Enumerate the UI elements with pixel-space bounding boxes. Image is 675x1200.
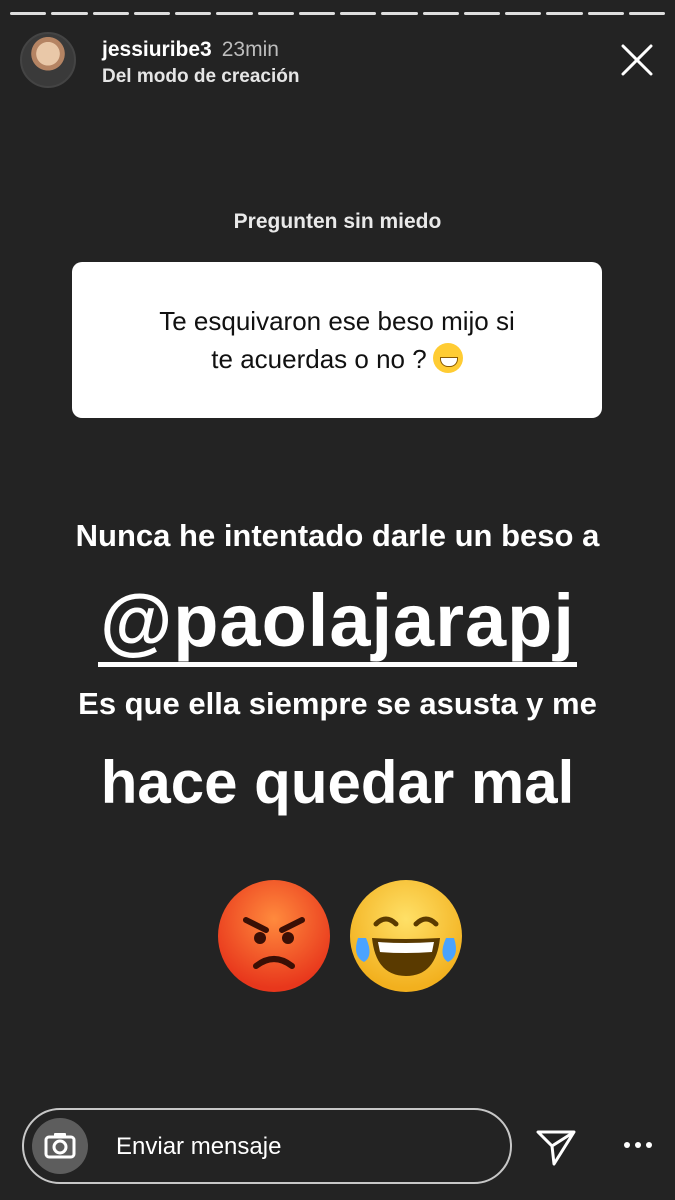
- progress-segment: [51, 12, 88, 15]
- message-input[interactable]: Enviar mensaje: [22, 1108, 512, 1184]
- username-text[interactable]: jessiuribe3: [102, 38, 212, 61]
- angry-face-emoji-icon: [218, 880, 330, 992]
- progress-segment: [505, 12, 542, 15]
- camera-icon[interactable]: [32, 1118, 88, 1174]
- story-subtitle: Del modo de creación: [102, 66, 300, 87]
- question-sticker-title: Pregunten sin miedo: [233, 210, 442, 233]
- question-sticker: Te esquivaron ese beso mijo si te acuerd…: [72, 262, 602, 418]
- mention-link[interactable]: @paolajarapj: [0, 578, 675, 667]
- message-placeholder[interactable]: Enviar mensaje: [116, 1133, 281, 1161]
- progress-segment: [628, 12, 665, 15]
- progress-segment: [340, 12, 377, 15]
- progress-segment: [92, 12, 129, 15]
- progress-segment: [463, 12, 500, 15]
- progress-segment: [257, 12, 294, 15]
- story-text-line-1: Nunca he intentado darle un beso a: [75, 518, 600, 553]
- more-icon[interactable]: [621, 1128, 655, 1162]
- story-text-line-2: Es que ella siempre se asusta y me: [78, 686, 597, 721]
- progress-segment: [175, 12, 212, 15]
- question-line-1: Te esquivaron ese beso mijo si: [159, 306, 515, 336]
- progress-segment: [133, 12, 170, 15]
- progress-segment: [546, 12, 583, 15]
- username[interactable]: jessiuribe3 23min: [102, 38, 279, 62]
- progress-segment: [422, 12, 459, 15]
- post-time: 23min: [221, 38, 279, 61]
- story-progress-bar: [10, 12, 665, 16]
- send-icon[interactable]: [534, 1124, 578, 1168]
- progress-segment: [298, 12, 335, 15]
- avatar[interactable]: [20, 32, 76, 88]
- sweat-smile-emoji-icon: [432, 343, 463, 373]
- progress-segment: [10, 12, 47, 15]
- story-header: jessiuribe3 23min Del modo de creación: [20, 30, 655, 94]
- reply-bar: Enviar mensaje: [22, 1108, 655, 1184]
- story-text-line-3: hace quedar mal: [100, 749, 575, 816]
- progress-segment: [216, 12, 253, 15]
- progress-segment: [587, 12, 624, 15]
- question-line-2: te acuerdas o no ?: [211, 344, 427, 374]
- tears-of-joy-emoji-icon: [350, 880, 462, 992]
- close-icon[interactable]: [619, 42, 655, 78]
- mention-text[interactable]: @paolajarapj: [98, 579, 577, 667]
- progress-segment: [381, 12, 418, 15]
